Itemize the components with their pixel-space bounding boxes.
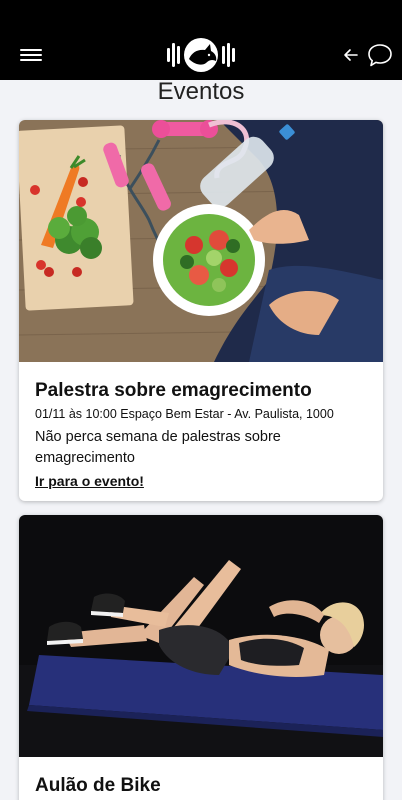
rhino-logo-icon (167, 38, 235, 72)
event-title: Palestra sobre emagrecimento (35, 380, 312, 401)
arrow-left-icon[interactable] (340, 44, 362, 66)
event-card[interactable]: Palestra sobre emagrecimento 01/11 às 10… (19, 120, 383, 501)
event-image-workout (19, 515, 383, 757)
event-title: Aulão de Bike (35, 775, 161, 796)
event-description: Não perca semana de palestras sobre emag… (35, 429, 281, 466)
page-title: Eventos (157, 78, 245, 105)
hamburger-menu-icon[interactable] (20, 47, 42, 63)
go-to-event-link[interactable]: Ir para o evento! (35, 473, 144, 489)
event-card[interactable]: Aulão de Bike (19, 515, 383, 800)
event-date-location: 01/11 às 10:00 Espaço Bem Estar - Av. Pa… (35, 407, 334, 421)
app-header (0, 30, 402, 80)
event-image-healthy-food (19, 120, 383, 362)
status-bar (0, 0, 402, 30)
chat-bubble-icon[interactable] (366, 42, 394, 68)
